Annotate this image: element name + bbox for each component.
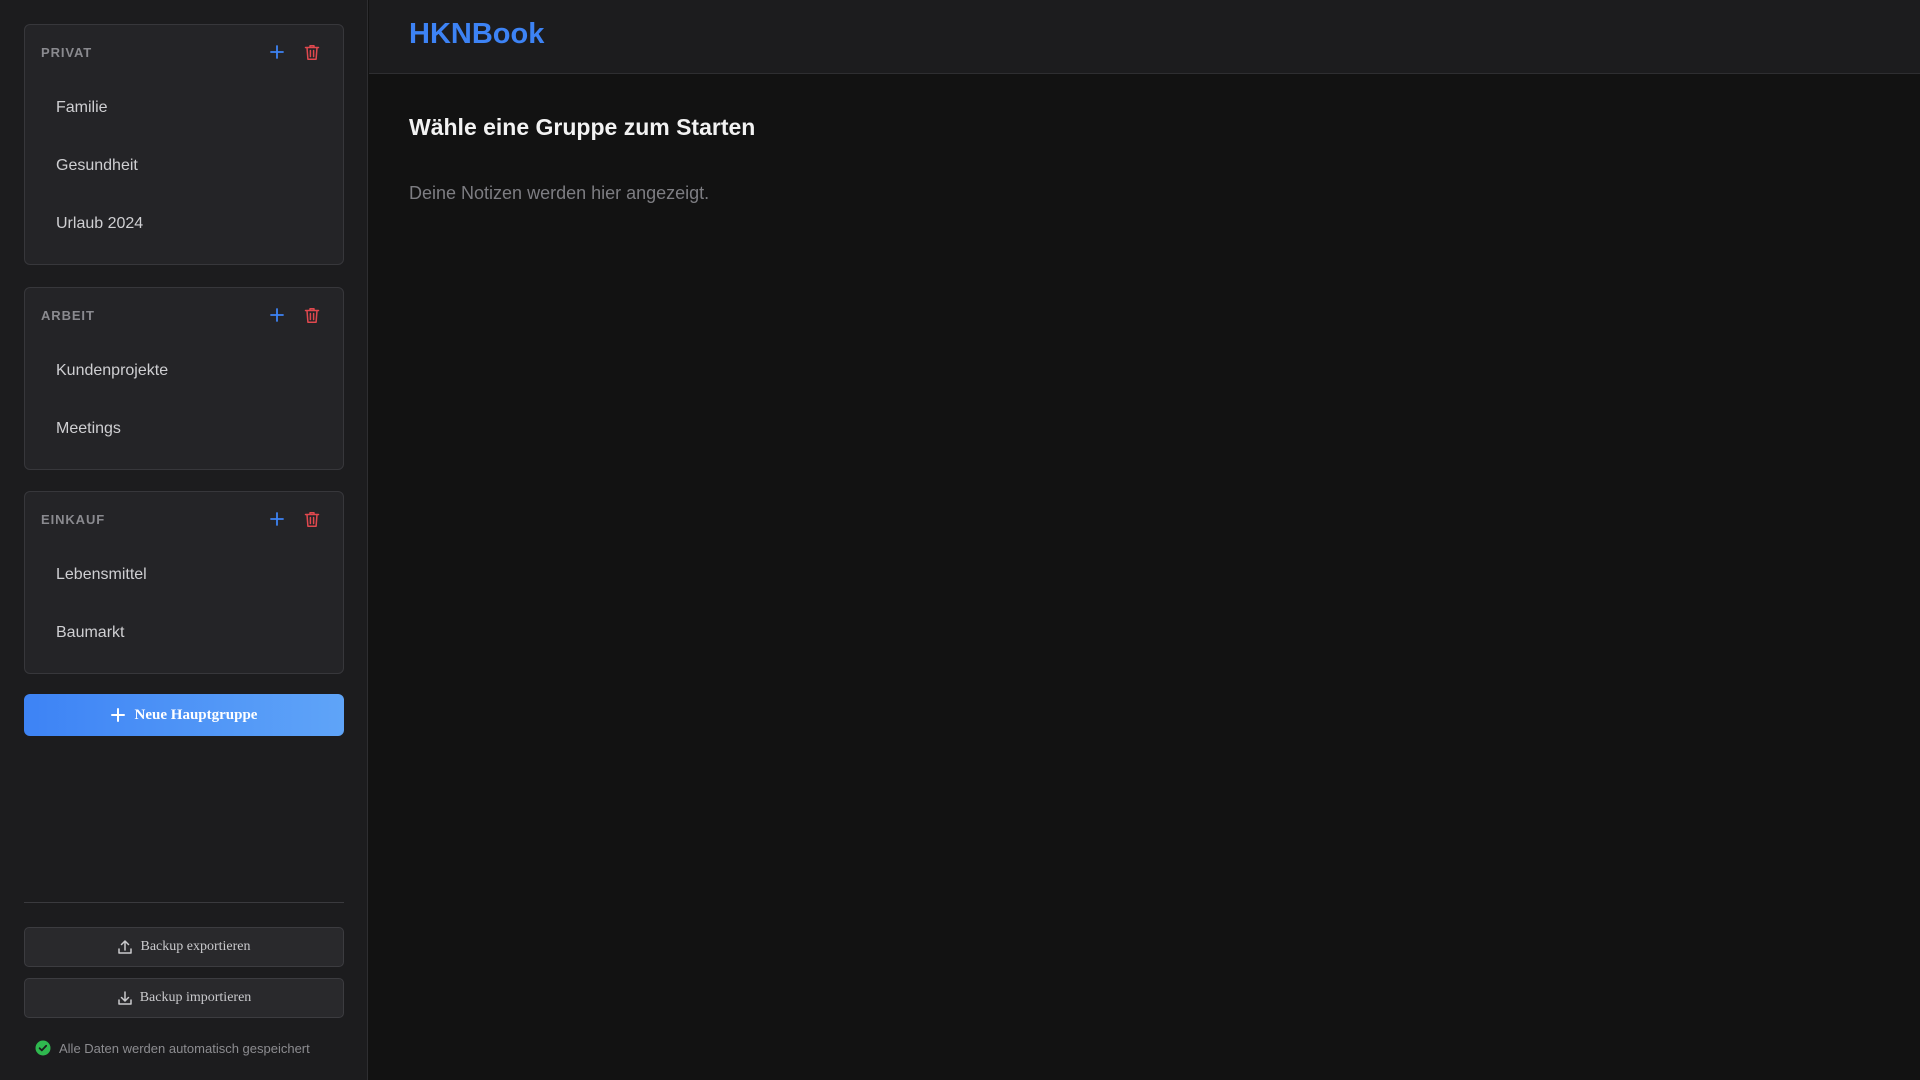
delete-group-button[interactable] (297, 300, 327, 330)
subgroup-item-meetings[interactable]: Meetings (25, 400, 343, 458)
subgroup-item-familie[interactable]: Familie (25, 79, 343, 137)
plus-icon (270, 45, 284, 59)
plus-icon (270, 308, 284, 322)
trash-icon (304, 44, 320, 60)
export-backup-button[interactable]: Backup exportieren (24, 927, 344, 967)
plus-icon (110, 708, 125, 722)
sidebar: PRIVAT Familie Gesundheit Urlaub 2024 AR… (0, 0, 368, 1080)
group-header: ARBEIT (41, 288, 327, 342)
app-title: HKNBook (409, 18, 545, 50)
subgroup-list: Familie Gesundheit Urlaub 2024 (25, 79, 343, 253)
autosave-status: Alle Daten werden automatisch gespeicher… (35, 1038, 310, 1058)
add-subgroup-button[interactable] (262, 37, 292, 67)
upload-icon (118, 940, 133, 954)
main-content: HKNBook Wähle eine Gruppe zum Starten De… (369, 0, 1920, 1080)
group-title: EINKAUF (41, 511, 106, 527)
group-header: EINKAUF (41, 492, 327, 546)
import-backup-button[interactable]: Backup importieren (24, 978, 344, 1018)
delete-group-button[interactable] (297, 504, 327, 534)
autosave-text: Alle Daten werden automatisch gespeicher… (59, 1040, 310, 1056)
subgroup-item-kundenprojekte[interactable]: Kundenprojekte (25, 342, 343, 400)
new-main-group-label: Neue Hauptgruppe (134, 706, 258, 723)
top-bar: HKNBook (369, 0, 1920, 74)
trash-icon (304, 307, 320, 323)
check-circle-icon (35, 1040, 51, 1056)
group-card-einkauf: EINKAUF Lebensmittel Baumarkt (24, 491, 344, 674)
trash-icon (304, 511, 320, 527)
add-subgroup-button[interactable] (262, 504, 292, 534)
group-header: PRIVAT (41, 25, 327, 79)
empty-state-text: Deine Notizen werden hier angezeigt. (409, 183, 710, 203)
group-card-privat: PRIVAT Familie Gesundheit Urlaub 2024 (24, 24, 344, 265)
subgroup-item-gesundheit[interactable]: Gesundheit (25, 137, 343, 195)
export-backup-label: Backup exportieren (140, 939, 251, 954)
subgroup-item-lebensmittel[interactable]: Lebensmittel (25, 546, 343, 604)
sidebar-divider (24, 902, 344, 903)
group-card-arbeit: ARBEIT Kundenprojekte Meetings (24, 287, 344, 470)
add-subgroup-button[interactable] (262, 300, 292, 330)
plus-icon (270, 512, 284, 526)
subgroup-list: Lebensmittel Baumarkt (25, 546, 343, 662)
subgroup-item-urlaub-2024[interactable]: Urlaub 2024 (25, 195, 343, 253)
download-icon (117, 991, 132, 1005)
group-title: PRIVAT (41, 44, 93, 60)
empty-state-title: Wähle eine Gruppe zum Starten (409, 114, 756, 140)
subgroup-list: Kundenprojekte Meetings (25, 342, 343, 458)
delete-group-button[interactable] (297, 37, 327, 67)
new-main-group-button[interactable]: Neue Hauptgruppe (24, 694, 344, 736)
import-backup-label: Backup importieren (139, 990, 252, 1005)
group-title: ARBEIT (41, 307, 95, 323)
subgroup-item-baumarkt[interactable]: Baumarkt (25, 604, 343, 662)
